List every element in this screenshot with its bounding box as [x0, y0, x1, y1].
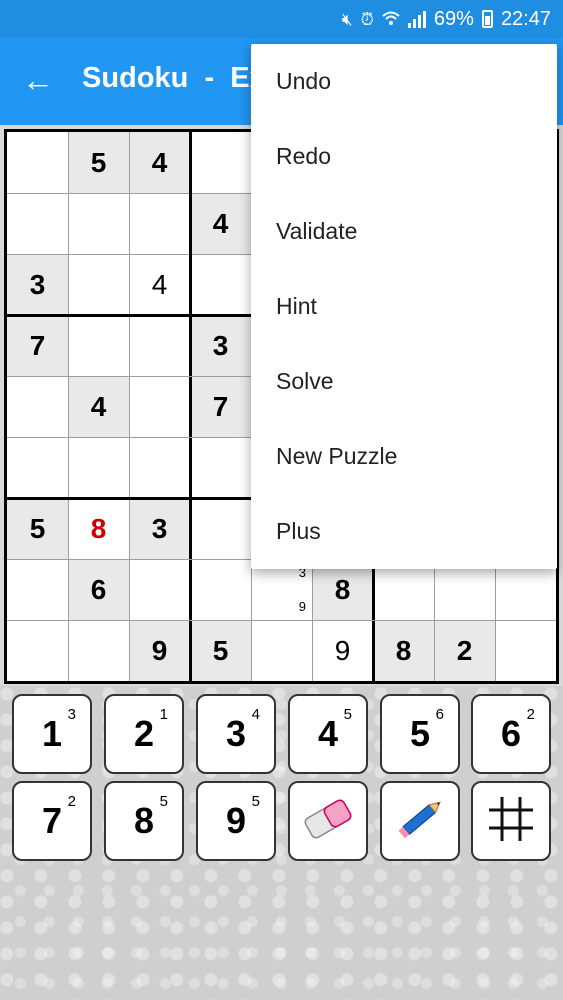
sudoku-cell[interactable]: [68, 254, 129, 315]
sudoku-cell[interactable]: [129, 315, 190, 376]
signal-icon: [407, 10, 426, 28]
digit-count: 2: [526, 706, 535, 723]
alarm-icon: ⏰︎: [360, 9, 374, 29]
pencil-icon: [390, 794, 450, 849]
sudoku-cell[interactable]: 8: [68, 498, 129, 559]
battery-percent: 69%: [433, 7, 474, 30]
sudoku-cell[interactable]: 9: [312, 620, 373, 681]
sudoku-cell[interactable]: [190, 132, 251, 193]
sudoku-cell[interactable]: [129, 376, 190, 437]
sudoku-cell[interactable]: [7, 559, 68, 620]
pencil-button[interactable]: [380, 781, 460, 861]
sudoku-cell[interactable]: 4: [68, 376, 129, 437]
digit-count: 3: [67, 706, 76, 723]
digit-count: 5: [343, 706, 352, 723]
digit-count: 2: [67, 793, 76, 810]
sudoku-cell[interactable]: 3: [7, 254, 68, 315]
digit-label: 2: [133, 713, 155, 754]
sudoku-cell[interactable]: [129, 559, 190, 620]
sudoku-cell[interactable]: [68, 437, 129, 498]
sudoku-cell[interactable]: 5: [190, 620, 251, 681]
sudoku-cell[interactable]: 4: [129, 132, 190, 193]
digit-key[interactable]: 95: [196, 781, 276, 861]
grid-line: [188, 132, 192, 681]
digit-count: 5: [251, 793, 260, 810]
keypad: 132134455662728595: [0, 686, 563, 1000]
pencil-note: 9: [298, 599, 306, 614]
sudoku-cell[interactable]: 5: [7, 498, 68, 559]
grid-button[interactable]: [471, 781, 551, 861]
sudoku-cell[interactable]: 2: [434, 620, 495, 681]
sudoku-cell[interactable]: 3: [129, 498, 190, 559]
digit-label: 8: [133, 800, 155, 841]
clock: 22:47: [500, 7, 551, 30]
menu-item-new-puzzle[interactable]: New Puzzle: [251, 419, 557, 494]
mute-icon: 🔇︎: [341, 9, 353, 29]
battery-icon: [481, 10, 493, 28]
sudoku-cell[interactable]: 8: [373, 620, 434, 681]
sudoku-cell[interactable]: 7: [7, 315, 68, 376]
digit-label: 5: [409, 713, 431, 754]
digit-label: 4: [317, 713, 339, 754]
sudoku-cell[interactable]: [7, 376, 68, 437]
sudoku-cell[interactable]: 9: [129, 620, 190, 681]
digit-key[interactable]: 13: [12, 694, 92, 774]
menu-item-redo[interactable]: Redo: [251, 119, 557, 194]
sudoku-cell[interactable]: 4: [129, 254, 190, 315]
menu-item-undo[interactable]: Undo: [251, 44, 557, 119]
digit-count: 6: [435, 706, 444, 723]
sudoku-cell[interactable]: [7, 132, 68, 193]
menu-item-validate[interactable]: Validate: [251, 194, 557, 269]
digit-key[interactable]: 34: [196, 694, 276, 774]
sudoku-cell[interactable]: [190, 437, 251, 498]
sudoku-cell[interactable]: [190, 254, 251, 315]
sudoku-cell[interactable]: [7, 437, 68, 498]
digit-count: 4: [251, 706, 260, 723]
digit-label: 1: [41, 713, 63, 754]
sudoku-cell[interactable]: 4: [190, 193, 251, 254]
digit-label: 3: [225, 713, 247, 754]
eraser-button[interactable]: [288, 781, 368, 861]
sudoku-cell[interactable]: 6: [68, 559, 129, 620]
sudoku-cell[interactable]: 5: [68, 132, 129, 193]
overflow-menu: Undo Redo Validate Hint Solve New Puzzle Plus: [251, 44, 557, 569]
sudoku-cell[interactable]: 3: [190, 315, 251, 376]
sudoku-cell[interactable]: [251, 620, 312, 681]
sudoku-cell[interactable]: [495, 620, 556, 681]
digit-key[interactable]: 21: [104, 694, 184, 774]
sudoku-cell[interactable]: [68, 315, 129, 376]
back-arrow-icon[interactable]: ←: [22, 60, 54, 100]
digit-count: 1: [159, 706, 168, 723]
sudoku-cell[interactable]: [7, 193, 68, 254]
grid-line: [128, 132, 130, 681]
menu-item-hint[interactable]: Hint: [251, 269, 557, 344]
sudoku-cell[interactable]: [190, 498, 251, 559]
digit-key[interactable]: 85: [104, 781, 184, 861]
grid-line: [7, 619, 556, 621]
menu-item-solve[interactable]: Solve: [251, 344, 557, 419]
digit-count: 5: [159, 793, 168, 810]
digit-key[interactable]: 62: [471, 694, 551, 774]
menu-item-plus[interactable]: Plus: [251, 494, 557, 569]
page-title: Sudoku - Ex: [82, 62, 266, 94]
wifi-icon: [382, 11, 400, 25]
status-bar: 🔇︎ ⏰︎ 69% 22:47: [0, 0, 563, 38]
digit-label: 7: [41, 800, 63, 841]
sudoku-cell[interactable]: [129, 193, 190, 254]
digit-key[interactable]: 56: [380, 694, 460, 774]
grid-icon: [485, 793, 537, 850]
sudoku-cell[interactable]: [7, 620, 68, 681]
sudoku-cell[interactable]: 7: [190, 376, 251, 437]
digit-label: 9: [225, 800, 247, 841]
digit-key[interactable]: 72: [12, 781, 92, 861]
grid-line: [67, 132, 69, 681]
eraser-icon: [298, 794, 358, 849]
sudoku-cell[interactable]: [190, 559, 251, 620]
sudoku-cell[interactable]: [68, 620, 129, 681]
sudoku-cell[interactable]: [68, 193, 129, 254]
digit-key[interactable]: 45: [288, 694, 368, 774]
digit-label: 6: [500, 713, 522, 754]
sudoku-cell[interactable]: [129, 437, 190, 498]
